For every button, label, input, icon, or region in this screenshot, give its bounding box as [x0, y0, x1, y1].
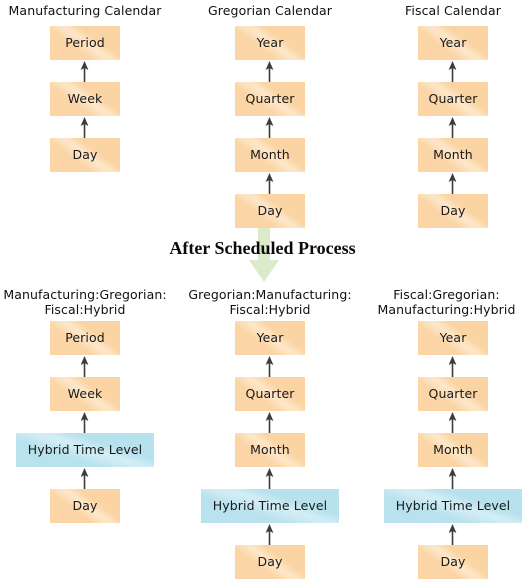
up-arrow-icon	[264, 117, 275, 138]
node-quarter[interactable]: Quarter	[418, 377, 488, 411]
up-arrow-icon	[79, 468, 90, 489]
node-day[interactable]: Day	[418, 545, 488, 579]
node-month[interactable]: Month	[235, 433, 305, 467]
up-arrow-icon	[447, 524, 458, 545]
node-quarter[interactable]: Quarter	[235, 82, 305, 116]
node-hybrid-time-level[interactable]: Hybrid Time Level	[16, 433, 154, 467]
node-month[interactable]: Month	[235, 138, 305, 172]
up-arrow-icon	[447, 173, 458, 194]
node-year[interactable]: Year	[235, 26, 305, 60]
up-arrow-icon	[447, 412, 458, 433]
up-arrow-icon	[79, 356, 90, 377]
node-day[interactable]: Day	[235, 545, 305, 579]
node-week[interactable]: Week	[50, 82, 120, 116]
column-title-gregorian-manufacturing-fiscal-hybrid: Gregorian:Manufacturing: Fiscal:Hybrid	[188, 287, 352, 317]
up-arrow-icon	[79, 61, 90, 82]
node-period[interactable]: Period	[50, 26, 120, 60]
up-arrow-icon	[79, 117, 90, 138]
node-week[interactable]: Week	[50, 377, 120, 411]
node-day[interactable]: Day	[418, 194, 488, 228]
up-arrow-icon	[447, 117, 458, 138]
node-day[interactable]: Day	[50, 489, 120, 523]
section-heading: After Scheduled Process	[169, 238, 356, 258]
up-arrow-icon	[447, 356, 458, 377]
node-period[interactable]: Period	[50, 321, 120, 355]
column-title-manufacturing-calendar: Manufacturing Calendar	[8, 3, 162, 18]
node-year[interactable]: Year	[418, 26, 488, 60]
node-hybrid-time-level[interactable]: Hybrid Time Level	[201, 489, 339, 523]
node-hybrid-time-level[interactable]: Hybrid Time Level	[384, 489, 522, 523]
diagram-canvas: Manufacturing Calendar Period Week Day G…	[0, 0, 525, 579]
node-year[interactable]: Year	[235, 321, 305, 355]
node-quarter[interactable]: Quarter	[418, 82, 488, 116]
up-arrow-icon	[264, 356, 275, 377]
node-month[interactable]: Month	[418, 433, 488, 467]
up-arrow-icon	[447, 61, 458, 82]
column-title-fiscal-calendar: Fiscal Calendar	[405, 3, 501, 18]
up-arrow-icon	[264, 61, 275, 82]
up-arrow-icon	[264, 412, 275, 433]
up-arrow-icon	[264, 524, 275, 545]
node-day[interactable]: Day	[50, 138, 120, 172]
node-day[interactable]: Day	[235, 194, 305, 228]
column-title-manufacturing-gregorian-fiscal-hybrid: Manufacturing:Gregorian: Fiscal:Hybrid	[3, 287, 167, 317]
column-title-gregorian-calendar: Gregorian Calendar	[208, 3, 332, 18]
up-arrow-icon	[447, 468, 458, 489]
node-month[interactable]: Month	[418, 138, 488, 172]
up-arrow-icon	[264, 173, 275, 194]
up-arrow-icon	[79, 412, 90, 433]
up-arrow-icon	[264, 468, 275, 489]
column-title-fiscal-gregorian-manufacturing-hybrid: Fiscal:Gregorian: Manufacturing:Hybrid	[377, 287, 516, 317]
node-year[interactable]: Year	[418, 321, 488, 355]
node-quarter[interactable]: Quarter	[235, 377, 305, 411]
